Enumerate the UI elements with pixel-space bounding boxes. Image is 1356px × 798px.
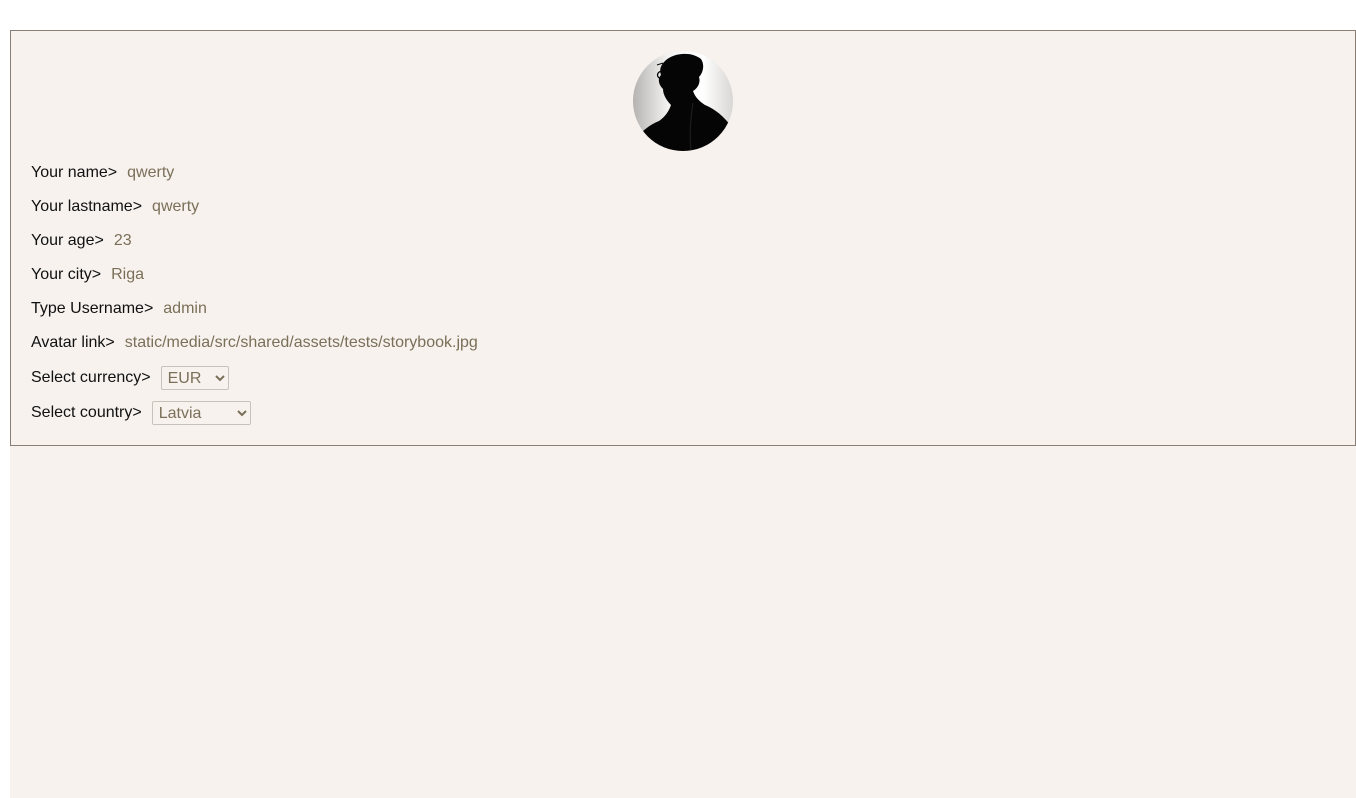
age-input[interactable] [113,232,714,250]
avatar-link-row: Avatar link> [31,331,725,355]
avatar-link-input[interactable] [124,334,725,352]
city-row: Your city> [31,263,712,287]
lastname-row: Your lastname> [31,195,753,219]
avatar-link-label: Avatar link> [31,334,115,351]
lastname-label: Your lastname> [31,198,143,215]
username-input[interactable] [163,300,764,318]
age-row: Your age> [31,229,714,253]
username-label: Type Username> [31,300,154,317]
currency-row: Select currency> EUR [31,366,229,390]
avatar [633,51,733,151]
currency-label: Select currency> [31,369,151,386]
app-container: Your name> Your lastname> Your age> Your… [10,30,1356,798]
country-label: Select country> [31,404,142,421]
city-label: Your city> [31,266,102,283]
username-row: Type Username> [31,297,764,321]
country-row: Select country> Latvia [31,401,251,425]
avatar-image [633,51,733,151]
name-label: Your name> [31,164,118,181]
currency-select[interactable]: EUR [160,366,229,390]
lastname-input[interactable] [152,198,753,216]
age-label: Your age> [31,232,104,249]
country-select[interactable]: Latvia [151,401,251,425]
name-input[interactable] [127,164,728,182]
city-input[interactable] [111,266,712,284]
profile-card: Your name> Your lastname> Your age> Your… [10,30,1356,446]
name-row: Your name> [31,161,728,185]
